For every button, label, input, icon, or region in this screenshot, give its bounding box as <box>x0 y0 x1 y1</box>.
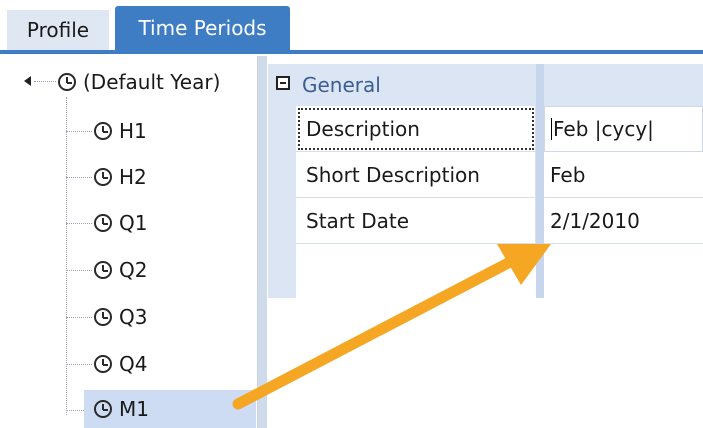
tree-item-q3[interactable]: Q3 <box>94 297 147 337</box>
tree-connector <box>66 270 92 272</box>
tree-connector <box>34 81 56 82</box>
tab-profile[interactable]: Profile <box>7 10 109 50</box>
category-general[interactable]: General <box>268 64 703 106</box>
tab-bar: Profile Time Periods <box>0 0 703 54</box>
tree-scrollbar[interactable] <box>258 56 267 428</box>
tree-connector <box>66 364 92 366</box>
collapse-arrow-icon[interactable] <box>24 76 31 86</box>
property-row-short-description[interactable]: Short Description Feb <box>296 152 703 198</box>
tree-item-m1[interactable]: M1 <box>84 390 256 428</box>
clock-icon <box>94 214 112 232</box>
clock-icon <box>94 355 112 373</box>
tree-item-label: Q4 <box>119 352 148 376</box>
tree-item-q4[interactable]: Q4 <box>94 344 147 384</box>
property-name[interactable]: Start Date <box>296 198 536 244</box>
tree-item-default-year[interactable]: (Default Year) <box>58 62 220 102</box>
property-row-start-date[interactable]: Start Date 2/1/2010 <box>296 198 703 244</box>
tree-item-label: Q3 <box>119 305 148 329</box>
tree-connector <box>66 177 92 179</box>
tree-item-q1[interactable]: Q1 <box>94 203 147 243</box>
tree-item-label: H1 <box>119 119 147 143</box>
tab-time-periods[interactable]: Time Periods <box>115 6 290 50</box>
tree-connector <box>66 223 92 225</box>
tree-item-h2[interactable]: H2 <box>94 157 147 197</box>
tree-item-label: (Default Year) <box>83 70 221 94</box>
column-splitter[interactable] <box>536 64 544 298</box>
tree-item-label: Q1 <box>119 211 148 235</box>
clock-icon <box>94 168 112 186</box>
property-row-description[interactable]: Description Feb |cycy| <box>296 106 703 152</box>
text-caret <box>551 118 552 140</box>
short-description-value[interactable]: Feb <box>544 152 703 198</box>
property-gutter <box>268 106 296 298</box>
tree-item-label: H2 <box>119 165 147 189</box>
property-grid: General Description Feb |cycy| Short Des… <box>268 56 703 428</box>
clock-icon <box>94 122 112 140</box>
tab-underline <box>0 50 703 54</box>
clock-icon <box>94 400 112 418</box>
tree-item-label: Q2 <box>119 258 148 282</box>
category-label: General <box>302 73 381 97</box>
clock-icon <box>94 261 112 279</box>
property-name[interactable]: Short Description <box>296 152 536 198</box>
clock-icon <box>58 73 76 91</box>
tree-connector-line <box>66 97 68 415</box>
tree-item-q2[interactable]: Q2 <box>94 250 147 290</box>
clock-icon <box>94 308 112 326</box>
tree-connector <box>66 317 92 319</box>
tree-item-label: M1 <box>119 397 149 421</box>
collapse-minus-icon[interactable] <box>276 76 290 90</box>
tree-item-h1[interactable]: H1 <box>94 111 147 151</box>
start-date-value[interactable]: 2/1/2010 <box>544 198 703 244</box>
property-name[interactable]: Description <box>296 106 536 152</box>
property-value-text: Feb |cycy| <box>553 117 654 141</box>
description-value-input[interactable]: Feb |cycy| <box>544 106 703 152</box>
tree-connector <box>66 131 92 133</box>
